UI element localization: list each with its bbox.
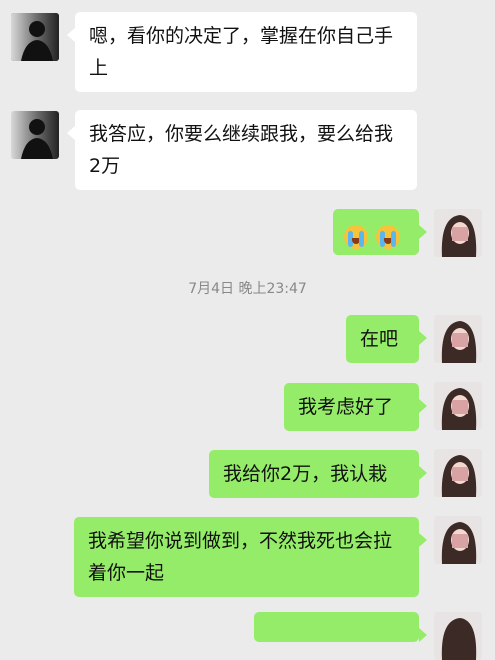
message-bubble-received[interactable]: 嗯，看你的决定了，掌握在你自己手上 xyxy=(67,12,417,92)
contact-avatar[interactable] xyxy=(11,13,59,61)
user-avatar[interactable] xyxy=(434,209,482,257)
message-bubble-sent[interactable]: 我给你2万，我认栽 xyxy=(209,450,427,498)
message-text: 嗯，看你的决定了，掌握在你自己手上 xyxy=(89,25,394,79)
timestamp-label: 7月4日 晚上23:47 xyxy=(188,281,307,297)
user-avatar[interactable] xyxy=(434,449,482,497)
message-text: 我给你2万，我认栽 xyxy=(223,463,388,485)
user-avatar[interactable] xyxy=(434,315,482,363)
user-avatar[interactable] xyxy=(434,382,482,430)
user-avatar[interactable] xyxy=(434,612,482,660)
message-bubble-sent[interactable]: 我考虑好了 xyxy=(284,383,427,431)
message-bubble-sent[interactable]: 我希望你说到做到，不然我死也会拉着你一起 xyxy=(74,517,427,597)
crying-face-icon xyxy=(376,224,401,249)
message-bubble-sent[interactable] xyxy=(254,612,427,642)
message-text: 我希望你说到做到，不然我死也会拉着你一起 xyxy=(88,530,393,584)
message-text: 我考虑好了 xyxy=(298,396,394,418)
message-bubble-received[interactable]: 我答应，你要么继续跟我，要么给我2万 xyxy=(67,110,417,190)
message-text: 在吧 xyxy=(360,328,399,350)
message-text: 我答应，你要么继续跟我，要么给我2万 xyxy=(89,123,394,177)
message-bubble-sent[interactable] xyxy=(333,209,427,255)
user-avatar[interactable] xyxy=(434,516,482,564)
message-bubble-sent[interactable]: 在吧 xyxy=(346,315,427,363)
crying-face-icon xyxy=(344,224,368,249)
contact-avatar[interactable] xyxy=(11,111,59,159)
